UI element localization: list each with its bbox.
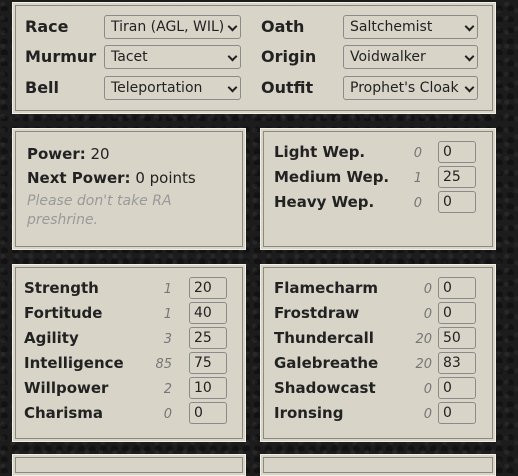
next-panel-left	[12, 454, 246, 476]
attunements-panel: Flamecharm 0 0 Frostdraw 0 0 Thundercall 20 50 Ga…	[260, 264, 496, 442]
race-label: Race	[25, 17, 69, 36]
attunement-label: Shadowcast	[274, 379, 376, 397]
attribute-label: Intelligence	[24, 354, 124, 372]
attunement-input[interactable]: 0	[438, 302, 476, 324]
weapon-label: Light Wep.	[274, 143, 366, 161]
chevron-down-icon	[227, 21, 238, 32]
attunement-label: Flamecharm	[274, 279, 379, 297]
attunement-bonus: 0	[423, 307, 432, 322]
weapon-label: Medium Wep.	[274, 168, 390, 186]
attunement-input[interactable]: 0	[438, 277, 476, 299]
attunement-input[interactable]: 83	[438, 352, 476, 374]
attributes-panel: Strength 1 20 Fortitude 1 40 Agility 3 25 Intelli…	[12, 264, 246, 442]
power-note: Please don't take RA preshrine.	[27, 193, 172, 228]
next-power-label: Next Power:	[27, 169, 131, 187]
attunement-input[interactable]: 0	[438, 402, 476, 424]
power-label: Power:	[27, 145, 86, 163]
oath-label: Oath	[261, 17, 305, 36]
weapon-input[interactable]: 0	[438, 191, 476, 213]
attribute-label: Agility	[24, 329, 79, 347]
next-power-value: 0 points	[135, 169, 196, 187]
attribute-bonus: 1	[163, 282, 172, 297]
origin-select[interactable]: Voidwalker	[343, 45, 478, 69]
attribute-input[interactable]: 75	[189, 352, 227, 374]
weapon-bonus: 0	[413, 146, 422, 161]
oath-select[interactable]: Saltchemist	[343, 15, 478, 39]
attribute-input[interactable]: 20	[189, 277, 227, 299]
weapon-input[interactable]: 0	[438, 141, 476, 163]
attunement-bonus: 20	[415, 332, 432, 347]
attribute-input[interactable]: 40	[189, 302, 227, 324]
weapon-bonus: 0	[413, 196, 422, 211]
bell-label: Bell	[25, 78, 60, 97]
chevron-down-icon	[464, 21, 475, 32]
attunement-label: Galebreathe	[274, 354, 379, 372]
bell-select[interactable]: Teleportation	[104, 76, 241, 100]
attribute-label: Willpower	[24, 379, 109, 397]
attribute-input[interactable]: 25	[189, 327, 227, 349]
attribute-bonus: 85	[155, 357, 172, 372]
attunement-label: Thundercall	[274, 329, 374, 347]
race-select-value: Tiran (AGL, WIL)	[111, 19, 225, 35]
attribute-bonus: 1	[163, 307, 172, 322]
outfit-select[interactable]: Prophet's Cloak	[343, 76, 478, 100]
power-panel: Power: 20 Next Power: 0 points Please do…	[12, 128, 246, 250]
origin-label: Origin	[261, 47, 317, 66]
weapon-label: Heavy Wep.	[274, 193, 375, 211]
weapons-panel: Light Wep. 0 0 Medium Wep. 1 25 Heavy Wep. 0 0	[260, 128, 496, 250]
weapon-bonus: 1	[413, 171, 422, 186]
chevron-down-icon	[464, 82, 475, 93]
chevron-down-icon	[227, 51, 238, 62]
attunement-bonus: 20	[415, 357, 432, 372]
murmur-select-value: Tacet	[111, 49, 148, 65]
oath-select-value: Saltchemist	[350, 19, 433, 35]
attribute-label: Charisma	[24, 404, 104, 422]
power-line: Power: 20	[27, 145, 110, 163]
bell-select-value: Teleportation	[111, 80, 203, 96]
attunement-bonus: 0	[423, 282, 432, 297]
attribute-bonus: 0	[163, 407, 172, 422]
attunement-bonus: 0	[423, 407, 432, 422]
attribute-input[interactable]: 0	[189, 402, 227, 424]
power-value: 20	[90, 145, 110, 163]
race-select[interactable]: Tiran (AGL, WIL)	[104, 15, 241, 39]
attribute-label: Strength	[24, 279, 99, 297]
origin-select-value: Voidwalker	[350, 49, 426, 65]
attribute-label: Fortitude	[24, 304, 103, 322]
attunement-input[interactable]: 50	[438, 327, 476, 349]
character-options-panel: Race Tiran (AGL, WIL) Oath Saltchemist M…	[12, 2, 496, 114]
next-power-line: Next Power: 0 points	[27, 169, 196, 187]
attunement-label: Ironsing	[274, 404, 344, 422]
chevron-down-icon	[464, 51, 475, 62]
attribute-bonus: 3	[163, 332, 172, 347]
attunement-label: Frostdraw	[274, 304, 360, 322]
murmur-label: Murmur	[25, 47, 97, 66]
attunement-bonus: 0	[423, 382, 432, 397]
chevron-down-icon	[227, 82, 238, 93]
weapon-input[interactable]: 25	[438, 166, 476, 188]
next-panel-right	[260, 454, 496, 476]
attribute-bonus: 2	[163, 382, 172, 397]
outfit-select-value: Prophet's Cloak	[350, 80, 459, 96]
attribute-input[interactable]: 10	[189, 377, 227, 399]
attunement-input[interactable]: 0	[438, 377, 476, 399]
murmur-select[interactable]: Tacet	[104, 45, 241, 69]
outfit-label: Outfit	[261, 78, 314, 97]
